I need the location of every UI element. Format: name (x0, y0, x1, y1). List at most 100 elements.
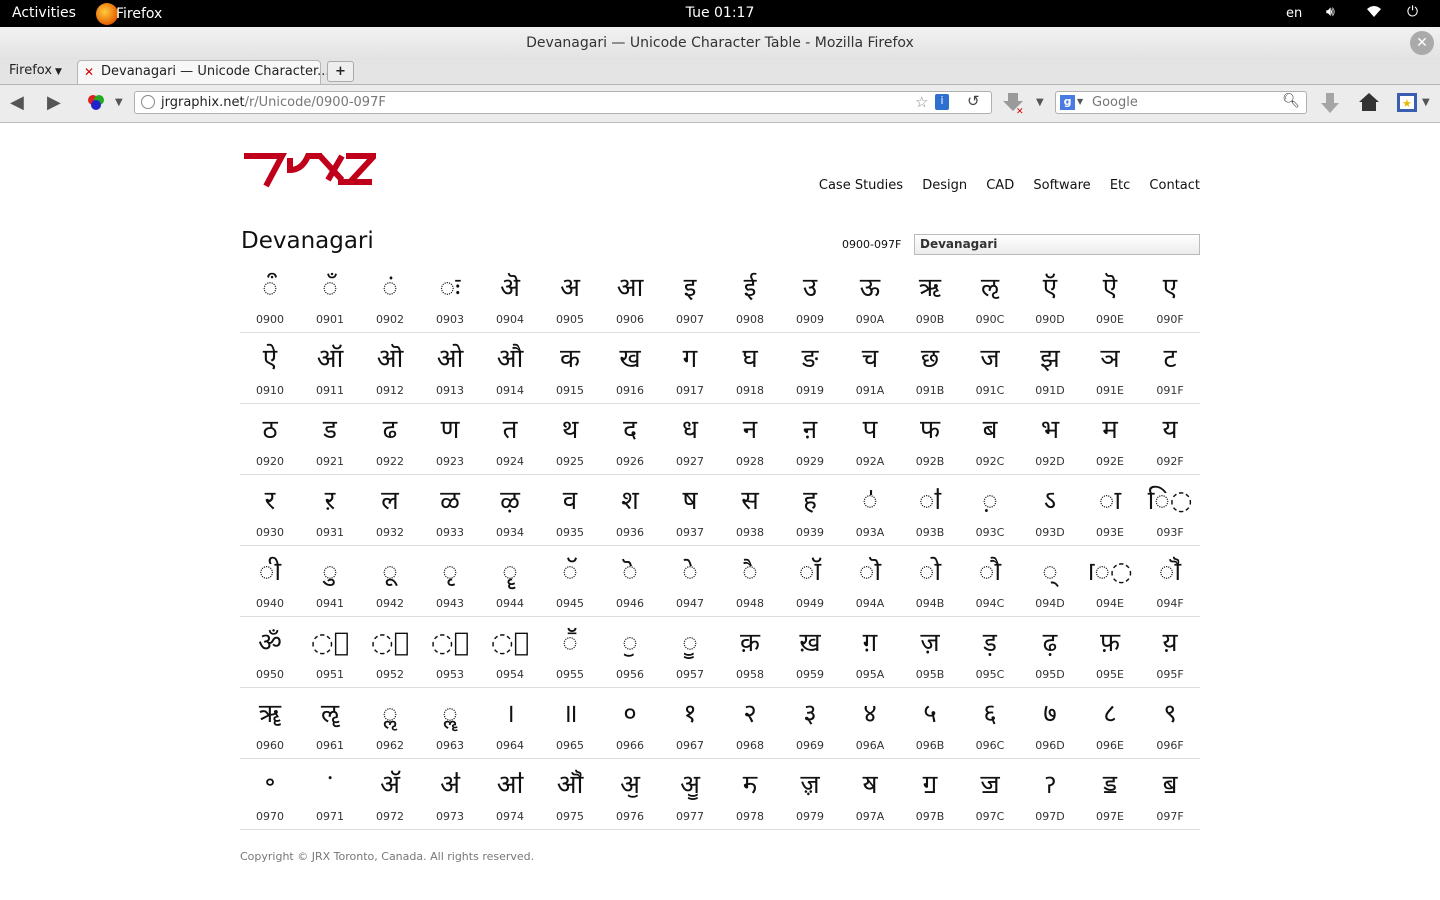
char-cell[interactable]: ॽ 097D (1020, 759, 1080, 829)
char-cell[interactable]: ङ 0919 (780, 333, 840, 403)
chevron-down-icon[interactable]: ▼ (115, 97, 123, 108)
back-arrow-icon[interactable]: ◀ (10, 92, 24, 113)
char-cell[interactable]: ड 0921 (300, 404, 360, 474)
char-cell[interactable]: २ 0968 (720, 688, 780, 758)
char-cell[interactable]: ऱ 0931 (300, 475, 360, 545)
char-cell[interactable]: ई 0908 (720, 262, 780, 332)
char-cell[interactable]: ध 0927 (660, 404, 720, 474)
char-cell[interactable]: थ 0925 (540, 404, 600, 474)
char-cell[interactable]: न 0928 (720, 404, 780, 474)
char-cell[interactable]: ॡ 0961 (300, 688, 360, 758)
char-cell[interactable]: ॼ 097C (960, 759, 1020, 829)
char-cell[interactable]: ◌ं 0902 (360, 262, 420, 332)
char-cell[interactable]: ◌ँ 0901 (300, 262, 360, 332)
char-cell[interactable]: ॻ 097B (900, 759, 960, 829)
char-cell[interactable]: ◌ॊ 094A (840, 546, 900, 616)
char-cell[interactable]: घ 0918 (720, 333, 780, 403)
char-cell[interactable]: ह 0939 (780, 475, 840, 545)
char-cell[interactable]: य 092F (1140, 404, 1200, 474)
char-cell[interactable]: ◌ी 0940 (240, 546, 300, 616)
char-cell[interactable]: ऄ 0904 (480, 262, 540, 332)
char-cell[interactable]: फ 092B (900, 404, 960, 474)
char-cell[interactable]: ॠ 0960 (240, 688, 300, 758)
char-cell[interactable]: ◌ॏ 094F (1140, 546, 1200, 616)
char-cell[interactable]: ब 092C (960, 404, 1020, 474)
clock[interactable]: Tue 01:17 (686, 5, 755, 21)
char-cell[interactable]: ॎ◌ 094E (1080, 546, 1140, 616)
char-cell[interactable]: ◌ौ 094C (960, 546, 1020, 616)
char-cell[interactable]: ५ 096B (900, 688, 960, 758)
char-cell[interactable]: ण 0923 (420, 404, 480, 474)
bookmark-star-icon[interactable]: ☆ (915, 93, 928, 111)
volume-icon[interactable]: 🔊︎ (1326, 4, 1335, 20)
char-cell[interactable]: ख़ 0959 (780, 617, 840, 687)
char-cell[interactable]: ॱ 0971 (300, 759, 360, 829)
window-close-button[interactable]: ✕ (1410, 31, 1434, 55)
char-cell[interactable]: ढ 0922 (360, 404, 420, 474)
char-cell[interactable]: ◌ै 0948 (720, 546, 780, 616)
nav-design[interactable]: Design (922, 178, 967, 193)
char-cell[interactable]: ञ 091E (1080, 333, 1140, 403)
char-cell[interactable]: ◌॒ 0952 (360, 617, 420, 687)
nav-cad[interactable]: CAD (986, 178, 1014, 193)
char-cell[interactable]: ऒ 0912 (360, 333, 420, 403)
char-cell[interactable]: ◌ृ 0943 (420, 546, 480, 616)
char-cell[interactable]: ॳ 0973 (420, 759, 480, 829)
tab-active[interactable]: ✕ Devanagari — Unicode Character... (77, 60, 330, 84)
addon-bar-icon[interactable]: ★ (1396, 91, 1418, 118)
chevron-down-icon[interactable]: ▼ (1422, 97, 1430, 108)
new-tab-button[interactable]: + (327, 61, 354, 82)
char-cell[interactable]: ◌ः 0903 (420, 262, 480, 332)
char-cell[interactable]: ॾ 097E (1080, 759, 1140, 829)
google-engine-icon[interactable]: g (1060, 95, 1075, 110)
nav-case-studies[interactable]: Case Studies (819, 178, 903, 193)
char-cell[interactable]: ◌ु 0941 (300, 546, 360, 616)
char-cell[interactable]: ◌ू 0942 (360, 546, 420, 616)
char-cell[interactable]: र 0930 (240, 475, 300, 545)
wifi-icon[interactable] (1366, 4, 1382, 22)
keyboard-layout-indicator[interactable]: en (1286, 6, 1302, 21)
downloads-arrow-icon[interactable] (1320, 91, 1340, 120)
char-cell[interactable]: ॥ 0965 (540, 688, 600, 758)
char-cell[interactable]: म 092E (1080, 404, 1140, 474)
char-cell[interactable]: ढ़ 095D (1020, 617, 1080, 687)
char-cell[interactable]: ड़ 095C (960, 617, 1020, 687)
search-bar[interactable]: g ▼ 🔍︎ (1055, 91, 1307, 114)
char-cell[interactable]: ॺ 097A (840, 759, 900, 829)
char-cell[interactable]: ओ 0913 (420, 333, 480, 403)
char-cell[interactable]: ऎ 090E (1080, 262, 1140, 332)
power-icon[interactable]: ⏻ (1407, 4, 1418, 20)
char-cell[interactable]: ि◌ 093F (1140, 475, 1200, 545)
char-cell[interactable]: ◌ॉ 0949 (780, 546, 840, 616)
char-cell[interactable]: ◌ो 094B (900, 546, 960, 616)
char-cell[interactable]: ॰ 0970 (240, 759, 300, 829)
home-icon[interactable] (1358, 92, 1380, 117)
char-cell[interactable]: ◌ॆ 0946 (600, 546, 660, 616)
char-cell[interactable]: ष 0937 (660, 475, 720, 545)
char-cell[interactable]: स 0938 (720, 475, 780, 545)
nav-etc[interactable]: Etc (1110, 178, 1130, 193)
char-cell[interactable]: ◌ॗ 0957 (660, 617, 720, 687)
char-cell[interactable]: उ 0909 (780, 262, 840, 332)
char-cell[interactable]: ज़ 095B (900, 617, 960, 687)
char-cell[interactable]: ◌॓ 0953 (420, 617, 480, 687)
char-cell[interactable]: ॴ 0974 (480, 759, 540, 829)
char-cell[interactable]: ऌ 090C (960, 262, 1020, 332)
char-cell[interactable]: १ 0967 (660, 688, 720, 758)
jrx-logo[interactable] (242, 150, 381, 192)
activities-button[interactable]: Activities (12, 5, 76, 21)
app-menu[interactable]: Firefox (96, 0, 162, 27)
char-cell[interactable]: त 0924 (480, 404, 540, 474)
char-cell[interactable]: आ 0906 (600, 262, 660, 332)
char-cell[interactable]: ◌ऀ 0900 (240, 262, 300, 332)
char-cell[interactable]: ॶ 0976 (600, 759, 660, 829)
char-cell[interactable]: क 0915 (540, 333, 600, 403)
char-cell[interactable]: ६ 096C (960, 688, 1020, 758)
char-cell[interactable]: ◌ॖ 0956 (600, 617, 660, 687)
char-cell[interactable]: इ 0907 (660, 262, 720, 332)
char-cell[interactable]: प 092A (840, 404, 900, 474)
char-cell[interactable]: ◌़ 093C (960, 475, 1020, 545)
char-cell[interactable]: ◌॔ 0954 (480, 617, 540, 687)
char-cell[interactable]: द 0926 (600, 404, 660, 474)
search-icon[interactable]: 🔍︎ (1282, 93, 1300, 109)
